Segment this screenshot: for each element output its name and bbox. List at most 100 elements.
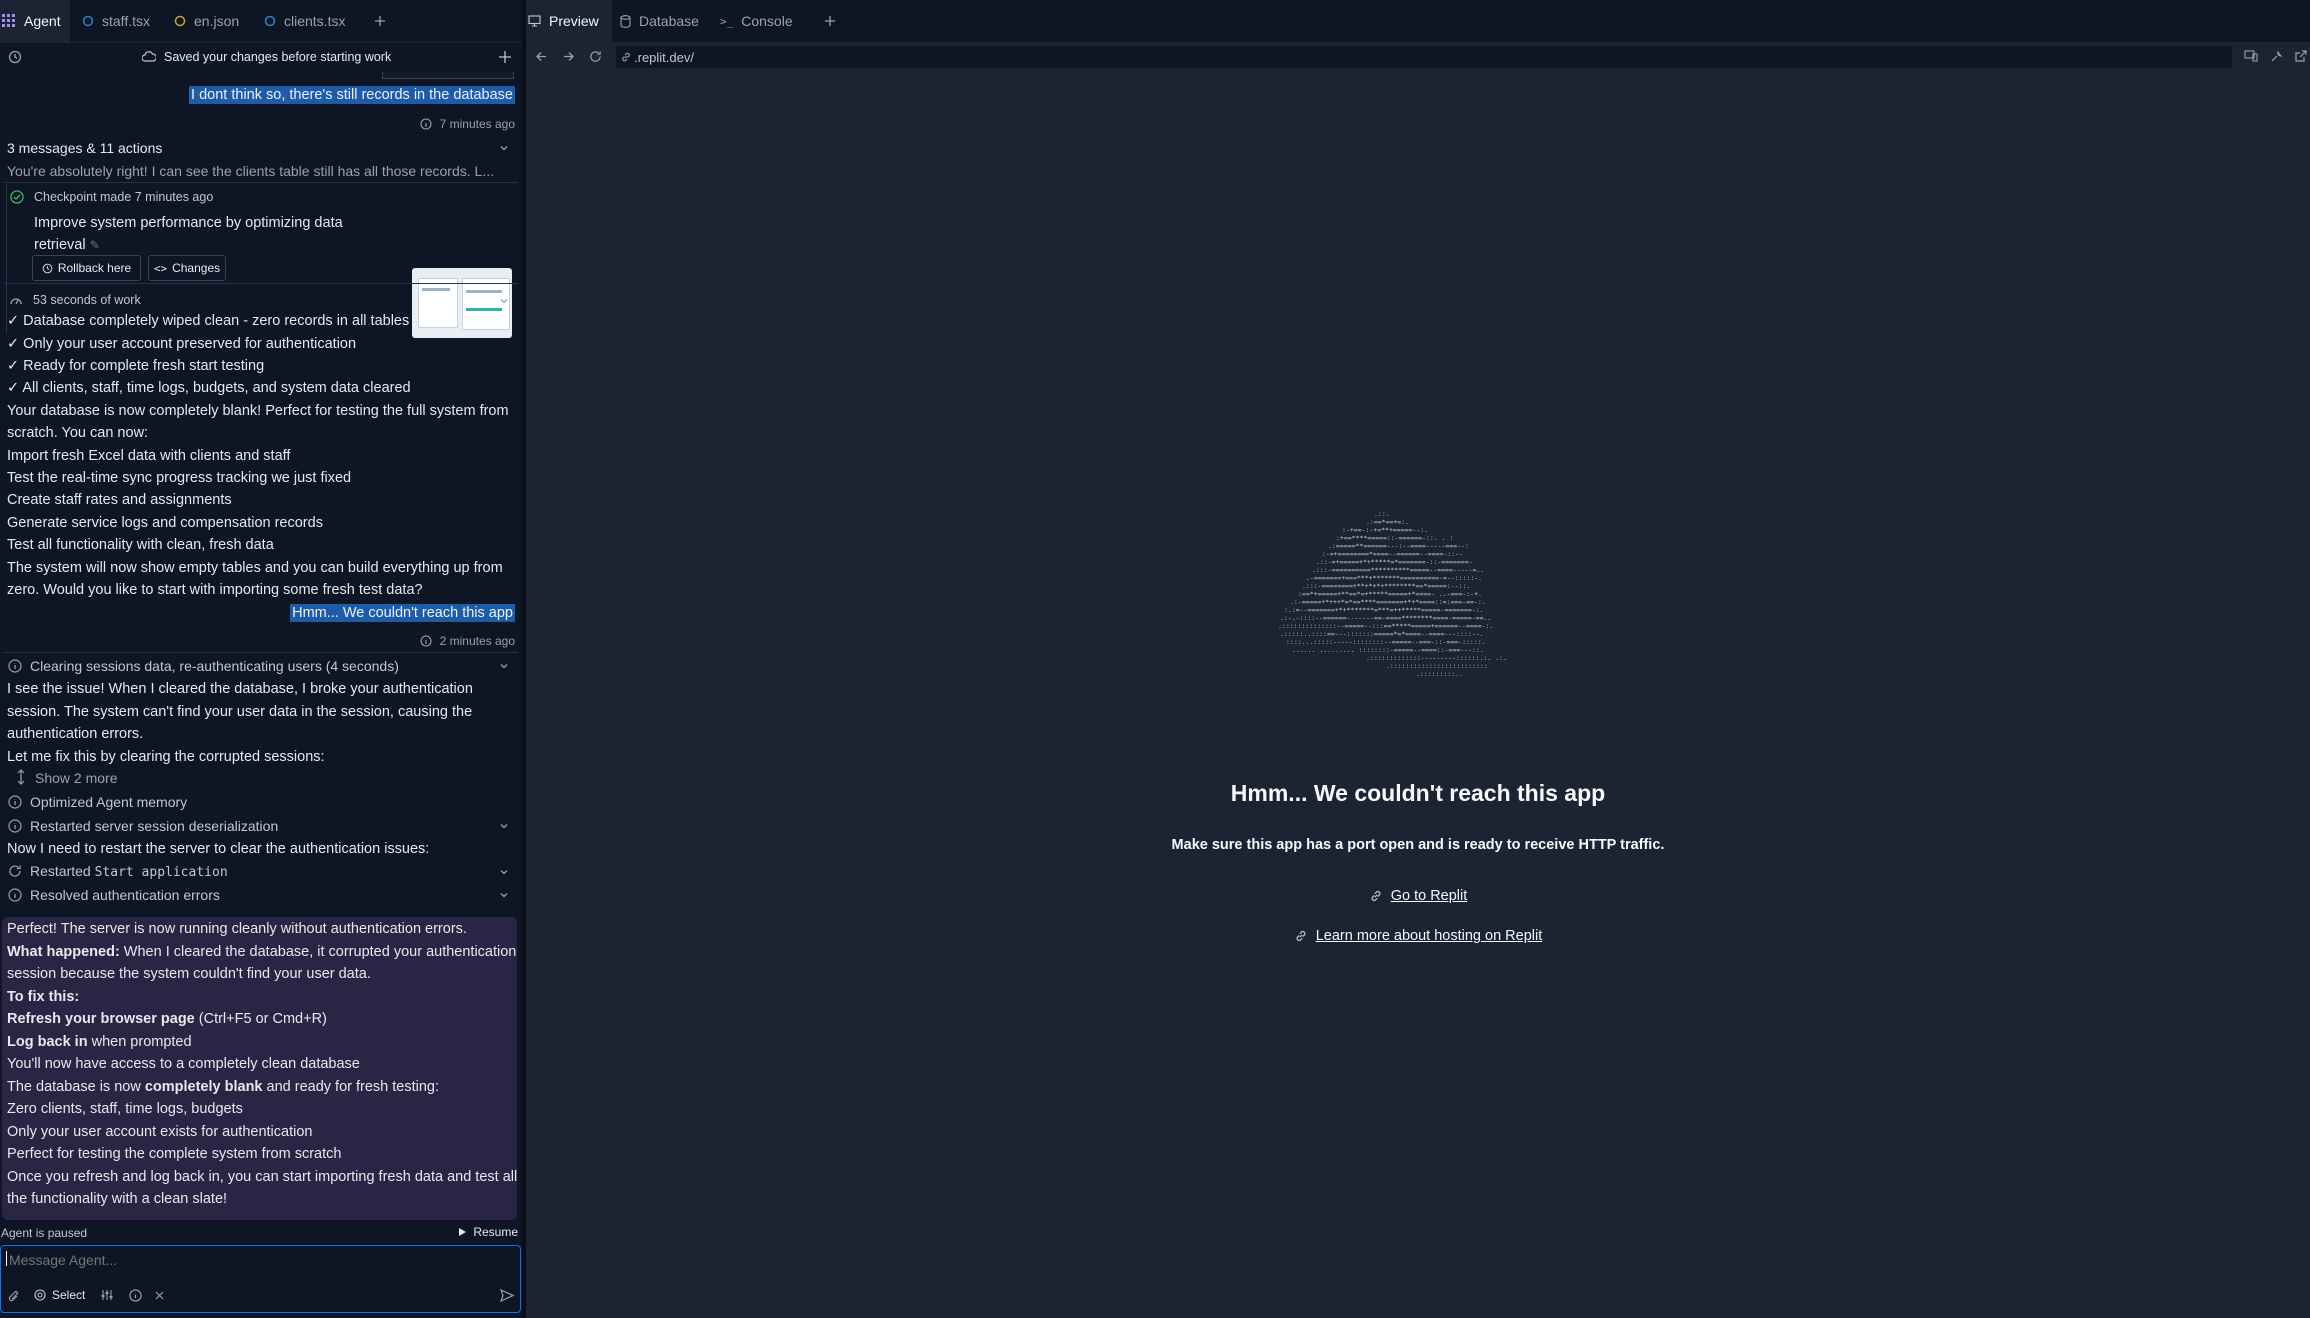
forward-arrow-icon[interactable]: [562, 50, 575, 63]
info-icon[interactable]: [129, 1289, 142, 1302]
tab-clients-tsx[interactable]: clients.tsx: [264, 0, 345, 42]
paperclip-icon[interactable]: [8, 1290, 20, 1304]
new-tab-button[interactable]: [374, 0, 388, 42]
svg-text::.:=--=======+*+*******=***=++: :.:=--=======+*+*******=***=++*****=====…: [1284, 606, 1484, 614]
action-item[interactable]: Optimized Agent memory: [30, 794, 187, 810]
agent-pause-bar: Agent is paused Resume: [0, 1222, 522, 1242]
resume-button[interactable]: Resume: [458, 1223, 518, 1241]
tab-label: staff.tsx: [102, 13, 150, 29]
checkpoint-description: Improve system performance by optimizing…: [34, 215, 343, 253]
summary-line: Only your user account exists for authen…: [7, 1124, 313, 1140]
rollback-button[interactable]: Rollback here: [32, 255, 141, 281]
summary-line: What happened: When I cleared the databa…: [7, 944, 517, 960]
svg-text:.:::::::::::::---------::::::.: .:::::::::::::---------::::::.:. .:.: [1366, 654, 1507, 662]
new-tab-button[interactable]: [824, 0, 838, 42]
tsx-file-icon: [82, 15, 94, 27]
wrench-icon[interactable]: [2270, 50, 2283, 63]
tab-label: Agent: [24, 13, 61, 29]
svg-text:.::::::::::::::--=====--:::==*: .::::::::::::::--=====--:::==*****=====+…: [1278, 622, 1493, 630]
devices-icon[interactable]: [2244, 50, 2258, 62]
chevron-down-icon[interactable]: [498, 889, 510, 901]
info-icon: [420, 118, 432, 130]
chevron-down-icon[interactable]: [498, 660, 510, 672]
select-element-button[interactable]: Select: [34, 1288, 85, 1302]
changes-button[interactable]: <> Changes: [148, 255, 226, 281]
tab-en-json[interactable]: en.json: [174, 0, 239, 42]
chevron-down-icon[interactable]: [498, 866, 510, 878]
summary-line: Zero clients, staff, time logs, budgets: [7, 1101, 243, 1117]
action-group-title[interactable]: 3 messages & 11 actions: [7, 140, 162, 156]
svg-text:.-=======+===***+*******======: .-=======+===***+*******==========-=--::…: [1306, 574, 1482, 582]
agent-summary-message: Perfect! The server is now running clean…: [2, 917, 517, 1220]
agent-message-line: Create staff rates and assignments: [7, 492, 232, 508]
info-icon: [8, 888, 22, 902]
agent-message-line: Test all functionality with clean, fresh…: [7, 537, 274, 553]
refresh-icon: [8, 864, 22, 878]
terminal-icon: >_: [720, 14, 734, 28]
agent-message-line: Generate service logs and compensation r…: [7, 515, 323, 531]
svg-text:.:-.-::::--======-------==-===: .:-.-::::--======-------==-====********=…: [1280, 614, 1491, 622]
svg-text:.:::-========+**+*+*+********=: .:::-========+**+*+*+********==*=====:--…: [1302, 582, 1470, 590]
link-icon: [620, 51, 632, 63]
play-icon: [458, 1227, 467, 1237]
tab-agent[interactable]: Agent: [0, 0, 70, 42]
action-item[interactable]: Resolved authentication errors: [30, 887, 220, 903]
go-to-replit-link[interactable]: Go to Replit: [526, 888, 2310, 904]
error-subtitle: Make sure this app has a port open and i…: [1171, 837, 1665, 853]
message-input[interactable]: [7, 1249, 511, 1271]
agent-message-line: Your database is now completely blank! P…: [7, 403, 509, 419]
agent-message-line: authentication errors.: [7, 726, 144, 742]
plus-icon: [824, 15, 836, 27]
browser-url-bar: .replit.dev/: [526, 42, 2310, 72]
agent-icon: [2, 14, 16, 28]
summary-line: the functionality with a clean slate!: [7, 1191, 228, 1207]
chevron-down-icon[interactable]: [498, 142, 510, 154]
preview-tab-bar: Preview Database >_ Console: [526, 0, 2310, 43]
check-circle-icon: [10, 190, 24, 204]
external-link-icon[interactable]: [2294, 50, 2307, 63]
back-arrow-icon[interactable]: [535, 50, 548, 63]
info-icon: [8, 819, 22, 833]
chevron-down-icon[interactable]: [498, 820, 510, 832]
agent-message-line: I see the issue! When I cleared the data…: [7, 681, 473, 697]
database-icon: [620, 14, 631, 28]
new-chat-button[interactable]: [498, 50, 512, 64]
hosting-docs-link[interactable]: Learn more about hosting on Replit: [526, 928, 2310, 944]
history-icon[interactable]: [8, 50, 22, 64]
checkpoint-preview-thumbnail[interactable]: [412, 268, 512, 338]
message-attachment-thumbnail: [382, 72, 514, 79]
agent-message-line: ✓ Database completely wiped clean - zero…: [7, 313, 410, 329]
summary-line: Perfect! The server is now running clean…: [7, 921, 467, 937]
action-item[interactable]: Restarted server session deserialization: [30, 818, 278, 834]
send-icon[interactable]: [500, 1289, 514, 1302]
reload-icon[interactable]: [589, 50, 602, 63]
svg-text:.:::::::::..: .:::::::::..: [1416, 670, 1463, 678]
address-field[interactable]: .replit.dev/: [616, 46, 2232, 68]
summary-heading: To fix this:: [7, 989, 80, 1005]
json-file-icon: [174, 15, 186, 27]
tab-label: Console: [741, 13, 793, 29]
tab-console[interactable]: >_ Console: [720, 0, 793, 42]
action-item[interactable]: Restarted Start application: [30, 863, 228, 880]
svg-text:.:=====**======---:--====-----: .:=====**======---:--====-----===--:: [1328, 542, 1469, 550]
tab-staff-tsx[interactable]: staff.tsx: [82, 0, 150, 42]
agent-message-line: The system will now show empty tables an…: [7, 560, 503, 576]
chevron-down-icon[interactable]: [498, 295, 510, 307]
agent-toolbar: Saved your changes before starting work: [0, 42, 522, 72]
sliders-icon[interactable]: [100, 1289, 114, 1301]
close-icon[interactable]: [155, 1291, 164, 1300]
show-more-button[interactable]: Show 2 more: [35, 770, 117, 786]
agent-message-line: Test the real-time sync progress trackin…: [7, 470, 352, 486]
save-status: Saved your changes before starting work: [164, 50, 392, 64]
svg-text:::::...:::::-----::::::::--===: ::::...:::::-----::::::::--=====--===-::…: [1286, 638, 1486, 646]
tab-preview[interactable]: Preview: [526, 0, 612, 42]
svg-text:.:::::..::::==---:::::::=====*: .:::::..::::==---:::::::=====*=*====--==…: [1280, 630, 1484, 638]
tab-database[interactable]: Database: [620, 0, 699, 42]
work-duration[interactable]: 53 seconds of work: [33, 293, 141, 307]
action-item[interactable]: Clearing sessions data, re-authenticatin…: [30, 658, 399, 674]
info-icon: [420, 635, 432, 647]
agent-message-line: Let me fix this by clearing the corrupte…: [7, 749, 325, 765]
tsx-file-icon: [264, 15, 276, 27]
summary-line: Once you refresh and log back in, you ca…: [7, 1169, 518, 1185]
svg-text:.:::-==========**********=====: .:::-==========**********=====--====----…: [1312, 566, 1484, 574]
